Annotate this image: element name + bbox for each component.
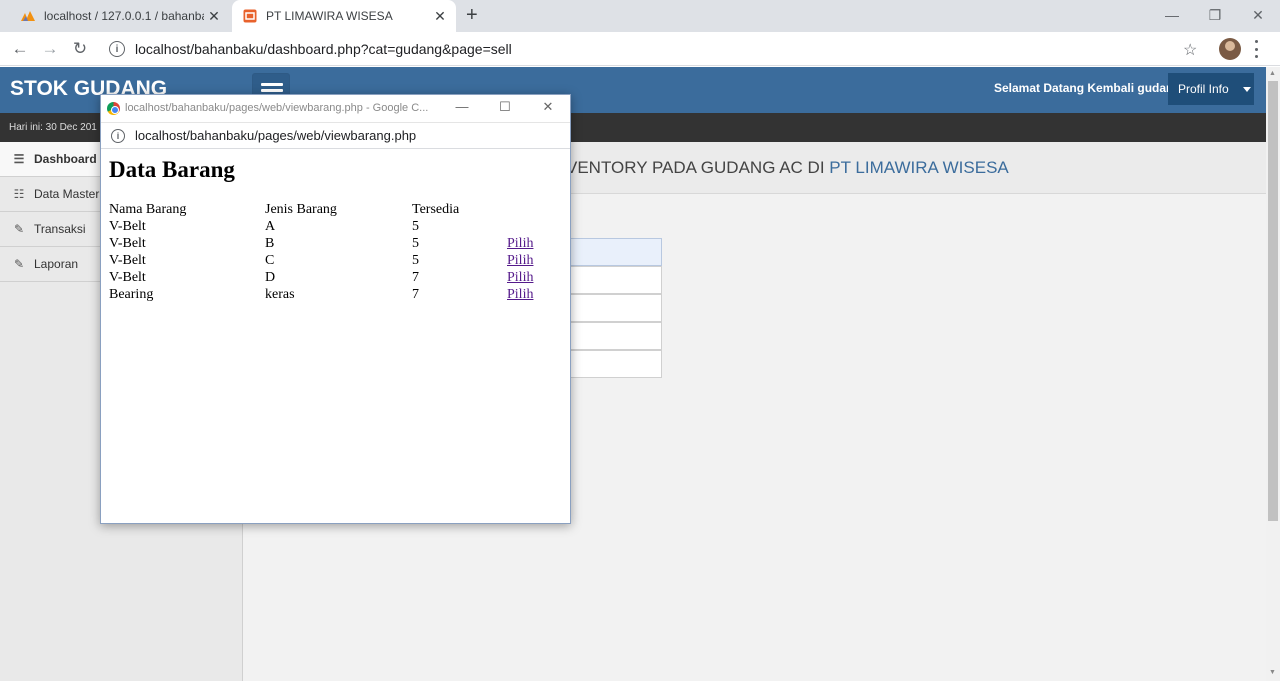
nama-barang-cell: V-Belt [109,219,146,234]
close-window-icon[interactable]: ✕ [538,99,558,115]
sidebar-item-label: Transaksi [34,222,86,236]
sidebar-item-label: Laporan [34,257,79,271]
pilih-link[interactable]: Pilih [507,287,533,302]
nama-barang-cell: V-Belt [109,236,146,251]
pilih-link[interactable]: Pilih [507,236,533,251]
phpmyadmin-icon [20,8,36,24]
table-row: V-Belt A 5 [109,218,547,235]
nama-barang-cell: V-Belt [109,253,146,268]
tab-limawira[interactable]: PT LIMAWIRA WISESA ✕ [232,0,456,32]
list-icon: ☰ [13,152,25,166]
popup-heading: Data Barang [109,157,235,182]
new-tab-button[interactable]: + [466,4,478,27]
pilih-link[interactable]: Pilih [507,270,533,285]
sidebar-item-label: Dashboard [34,152,97,166]
bookmark-star-icon[interactable]: ☆ [1183,40,1197,60]
table-row: V-Belt C 5 Pilih [109,252,547,269]
table-row: Bearing keras 7 Pilih [109,286,547,303]
column-header: Nama Barang [109,202,187,217]
tersedia-cell: 7 [412,270,419,285]
nama-barang-cell: V-Belt [109,270,146,285]
page-title-prefix: VENTORY PADA GUDANG AC DI [566,158,830,177]
pencil-icon: ✎ [13,222,25,236]
pencil-icon: ✎ [13,257,25,271]
action-cell [507,218,547,235]
jenis-barang-cell: D [265,270,276,285]
close-tab-icon[interactable]: ✕ [430,8,450,25]
caret-down-icon [1242,86,1251,92]
minimize-icon[interactable]: — [1152,0,1192,30]
grid-list-icon: ☷ [13,187,25,201]
reload-icon[interactable]: ↻ [68,37,92,61]
tab-title: PT LIMAWIRA WISESA [266,9,393,23]
close-window-icon[interactable]: ✕ [1238,0,1278,30]
restore-icon[interactable]: ❐ [1195,0,1235,30]
table-header-row: Nama Barang Jenis Barang Tersedia [109,201,547,218]
more-menu-icon[interactable] [1255,40,1259,58]
address-url: localhost/bahanbaku/dashboard.php?cat=gu… [135,41,512,57]
company-name: PT LIMAWIRA WISESA [829,158,1009,177]
jenis-barang-cell: A [265,219,276,234]
pilih-link[interactable]: Pilih [507,253,533,268]
form-field[interactable] [565,294,662,322]
scroll-down-icon[interactable]: ▼ [1269,669,1276,676]
column-header [507,201,547,218]
scroll-thumb[interactable] [1268,81,1278,521]
sidebar-item-label: Data Master [34,187,100,201]
close-tab-icon[interactable]: ✕ [204,8,224,25]
action-cell: Pilih [507,286,547,303]
tersedia-cell: 5 [412,253,419,268]
form-field[interactable] [565,266,662,294]
site-icon [242,8,258,24]
avatar[interactable] [1219,38,1241,60]
profile-info-button[interactable]: Profil Info [1168,73,1254,105]
action-cell: Pilih [507,235,547,252]
form-field[interactable] [565,350,662,378]
column-header: Jenis Barang [265,202,337,217]
nama-barang-cell: Bearing [109,287,154,302]
table-row: V-Belt D 7 Pilih [109,269,547,286]
popup-window-title: localhost/bahanbaku/pages/web/viewbarang… [125,102,429,114]
jenis-barang-cell: C [265,253,275,268]
tersedia-cell: 7 [412,287,419,302]
popup-address-bar[interactable]: i localhost/bahanbaku/pages/web/viewbara… [101,123,570,149]
column-header: Tersedia [412,202,460,217]
welcome-text: Selamat Datang Kembali gudang [994,81,1181,95]
tab-phpmyadmin[interactable]: localhost / 127.0.0.1 / bahanbaku ✕ [10,0,230,32]
tersedia-cell: 5 [412,236,419,251]
popup-titlebar[interactable]: localhost/bahanbaku/pages/web/viewbarang… [101,95,570,123]
action-cell: Pilih [507,252,547,269]
current-date: Hari ini: 30 Dec 201 [9,122,97,133]
popup-address-url: localhost/bahanbaku/pages/web/viewbarang… [135,128,417,143]
jenis-barang-cell: keras [265,287,295,302]
info-icon[interactable]: i [109,41,125,57]
tab-title: localhost / 127.0.0.1 / bahanbaku [44,9,204,23]
minimize-icon[interactable]: — [452,99,472,114]
jenis-barang-cell: B [265,236,275,251]
popup-content: Data Barang Nama Barang Jenis Barang Ter… [109,157,547,303]
page-title: VENTORY PADA GUDANG AC DI PT LIMAWIRA WI… [566,158,1009,178]
profile-info-label: Profil Info [1178,82,1229,96]
data-barang-table: Nama Barang Jenis Barang Tersedia V-Belt… [109,201,547,303]
chrome-icon [107,102,120,115]
browser-tab-bar: localhost / 127.0.0.1 / bahanbaku ✕ PT L… [0,0,1280,32]
scroll-up-icon[interactable]: ▲ [1269,70,1276,77]
maximize-icon[interactable]: ☐ [495,99,515,115]
popup-window: localhost/bahanbaku/pages/web/viewbarang… [100,94,571,524]
form-field[interactable] [565,238,662,266]
address-bar[interactable]: i localhost/bahanbaku/dashboard.php?cat=… [103,36,1213,62]
info-icon[interactable]: i [111,128,125,143]
tersedia-cell: 5 [412,219,419,234]
table-row: V-Belt B 5 Pilih [109,235,547,252]
back-icon[interactable]: ← [8,37,32,61]
form-field[interactable] [565,322,662,350]
browser-toolbar: ← → ↻ i localhost/bahanbaku/dashboard.ph… [0,32,1280,66]
forward-icon[interactable]: → [38,37,62,61]
action-cell: Pilih [507,269,547,286]
page-scrollbar[interactable]: ▲ ▼ [1266,67,1280,681]
